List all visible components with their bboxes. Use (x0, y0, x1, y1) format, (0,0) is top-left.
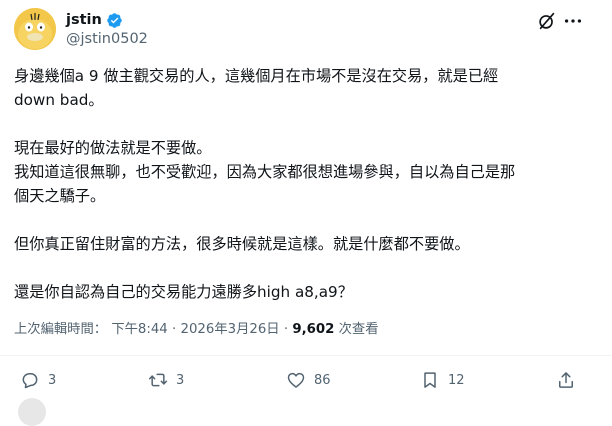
tweet-text: 身邊幾個a 9 做主觀交易的人，這幾個月在市場不是沒在交易，就是已經 down … (14, 64, 594, 304)
views-label: 次查看 (338, 322, 379, 337)
reply-button[interactable]: 3 (20, 366, 56, 394)
views-count: 9,602 (292, 322, 335, 337)
bookmark-icon (424, 372, 436, 388)
tweet-date[interactable]: 2026年3月26日 (180, 322, 279, 337)
like-button[interactable]: 86 (286, 366, 331, 394)
repost-count: 3 (176, 372, 185, 388)
tweet-paragraph: 身邊幾個a 9 做主觀交易的人，這幾個月在市場不是沒在交易，就是已經 down … (14, 67, 499, 109)
share-icon (559, 372, 573, 388)
bookmark-count: 12 (448, 372, 465, 388)
user-info: jstin @jstin0502 (66, 10, 148, 47)
edited-label[interactable]: 上次編輯時間： (14, 322, 107, 337)
tweet-meta: 上次編輯時間： 下午8:44 · 2026年3月26日 · 9,602 次查看 (14, 318, 379, 337)
repost-icon (148, 373, 168, 387)
share-button[interactable] (556, 366, 576, 394)
reply-icon (22, 373, 38, 389)
reply-count: 3 (48, 372, 57, 388)
user-handle[interactable]: @jstin0502 (66, 31, 148, 47)
bookmark-button[interactable]: 12 (420, 366, 465, 394)
psyduck-avatar-icon (14, 8, 56, 50)
reply-avatar[interactable] (18, 398, 46, 426)
display-name[interactable]: jstin (66, 12, 102, 28)
grok-icon[interactable] (536, 10, 558, 32)
tweet-paragraph: 現在最好的做法就是不要做。 我知道這很無聊，也不受歡迎，因為大家都很想進場參與，… (14, 139, 516, 205)
action-bar: 3 3 86 12 (0, 366, 612, 396)
meta-separator: · (172, 322, 177, 337)
verified-badge-icon (107, 12, 122, 28)
heart-icon (287, 372, 305, 388)
more-icon[interactable] (562, 10, 584, 32)
meta-separator: · (283, 322, 289, 337)
like-count: 86 (314, 372, 331, 388)
tweet-time[interactable]: 下午8:44 (111, 322, 167, 337)
divider (0, 355, 612, 356)
tweet-paragraph: 還是你自認為自己的交易能力遠勝多high a8,a9？ (14, 283, 353, 301)
avatar[interactable] (14, 8, 56, 50)
repost-button[interactable]: 3 (148, 366, 184, 394)
tweet-paragraph: 但你真正留住財富的方法，很多時候就是這樣。就是什麼都不要做。 (14, 235, 470, 253)
